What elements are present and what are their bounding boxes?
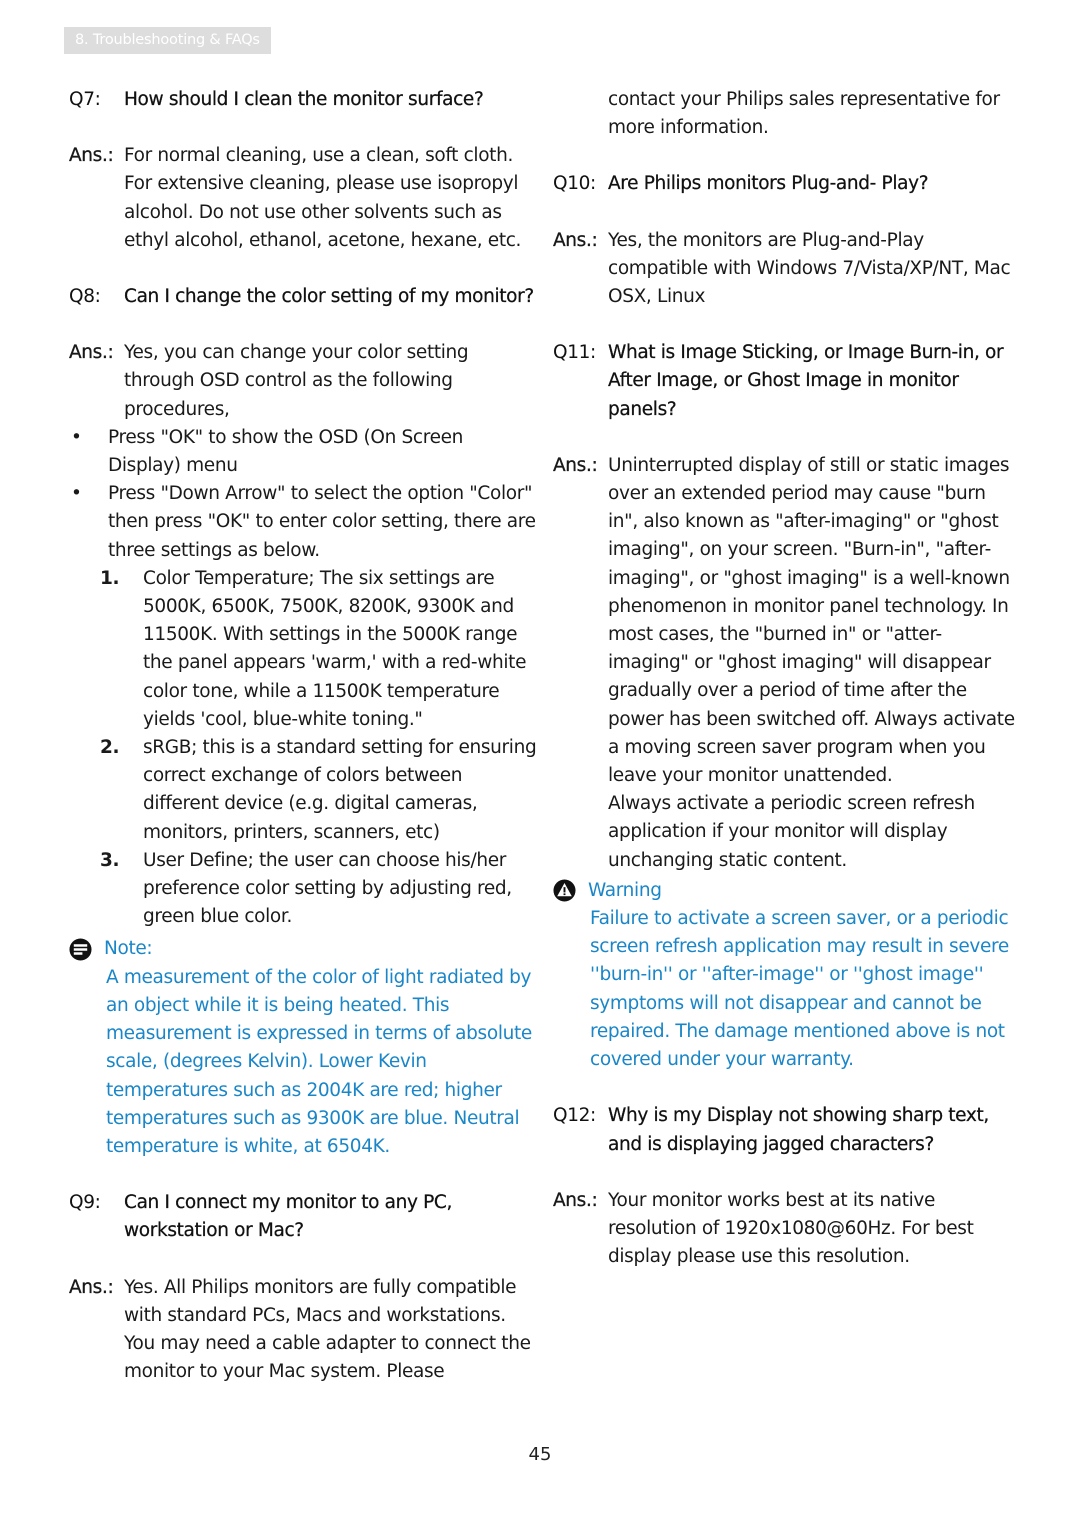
answer-text: Uninterrupted display of still or static… bbox=[608, 454, 1015, 787]
answer-label: Ans.: bbox=[553, 1189, 598, 1211]
item-number: 2. bbox=[100, 737, 120, 759]
note-icon bbox=[69, 938, 92, 961]
answer-label: Ans.: bbox=[553, 229, 598, 251]
right-column: contact your Philips sales representativ… bbox=[553, 86, 1018, 1271]
page-number: 45 bbox=[528, 1444, 552, 1465]
answer-text: Yes. All Philips monitors are fully comp… bbox=[124, 1276, 531, 1383]
question-label: Q8: bbox=[69, 286, 101, 308]
warning-body: Failure to activate a screen saver, or a… bbox=[590, 908, 1009, 1071]
warning-heading: Warning bbox=[553, 877, 1018, 905]
answer-label: Ans.: bbox=[69, 342, 114, 364]
question-text: Can I connect my monitor to any PC, work… bbox=[124, 1192, 453, 1242]
question-label: Q9: bbox=[69, 1192, 101, 1214]
question-text: Are Philips monitors Plug-and- Play? bbox=[608, 173, 929, 195]
question-text: Why is my Display not showing sharp text… bbox=[608, 1105, 989, 1155]
item-text: sRGB; this is a standard setting for ens… bbox=[143, 737, 537, 843]
faq-question-q10: Q10: Are Philips monitors Plug-and- Play… bbox=[553, 170, 1018, 198]
note-body: A measurement of the color of light radi… bbox=[106, 966, 532, 1157]
item-text: User Define; the user can choose his/her… bbox=[143, 849, 512, 928]
answer-label: Ans.: bbox=[69, 145, 114, 167]
numbered-item: 3. User Define; the user can choose his/… bbox=[69, 847, 539, 932]
question-text: Can I change the color setting of my mon… bbox=[124, 286, 534, 308]
item-number: 1. bbox=[100, 567, 120, 589]
faq-question-q12: Q12: Why is my Display not showing sharp… bbox=[553, 1102, 1018, 1158]
item-number: 3. bbox=[100, 849, 120, 871]
answer-continuation-q9: contact your Philips sales representativ… bbox=[608, 89, 1000, 139]
bullet-text: Press "Down Arrow" to select the option … bbox=[108, 483, 536, 561]
faq-question-q8: Q8: Can I change the color setting of my… bbox=[69, 283, 539, 311]
question-text: How should I clean the monitor surface? bbox=[124, 89, 484, 110]
faq-answer-q12: Ans.: Your monitor works best at its nat… bbox=[553, 1187, 1018, 1272]
note-title: Note: bbox=[104, 938, 153, 960]
faq-answer-q10: Ans.: Yes, the monitors are Plug-and-Pla… bbox=[553, 227, 1018, 312]
bullet-item: • Press "Down Arrow" to select the optio… bbox=[69, 480, 539, 565]
faq-answer-q7: Ans.: For normal cleaning, use a clean, … bbox=[69, 142, 539, 255]
bullet-text: Press "OK" to show the OSD (On Screen Di… bbox=[108, 426, 464, 477]
item-text: Color Temperature; The six settings are … bbox=[143, 567, 527, 730]
faq-answer-q8: Ans.: Yes, you can change your color set… bbox=[69, 339, 539, 424]
question-label: Q10: bbox=[553, 173, 596, 195]
faq-answer-q11: Ans.: Uninterrupted display of still or … bbox=[553, 452, 1018, 790]
answer-label: Ans.: bbox=[69, 1276, 114, 1298]
numbered-item: 1. Color Temperature; The six settings a… bbox=[69, 565, 539, 734]
faq-question-q9: Q9: Can I connect my monitor to any PC, … bbox=[69, 1189, 539, 1245]
warning-title: Warning bbox=[588, 879, 662, 901]
question-label: Q11: bbox=[553, 342, 596, 364]
left-column: Q7: How should I clean the monitor surfa… bbox=[69, 86, 539, 1386]
answer-label: Ans.: bbox=[553, 454, 598, 476]
bullet-icon: • bbox=[71, 483, 82, 505]
section-tab: 8. Troubleshooting & FAQs bbox=[64, 27, 271, 54]
answer-text: Yes, the monitors are Plug-and-Play comp… bbox=[608, 229, 1011, 308]
answer-text: Your monitor works best at its native re… bbox=[608, 1189, 974, 1268]
warning-icon bbox=[553, 879, 576, 902]
note-heading: Note: bbox=[69, 935, 539, 963]
answer-text-secondary: Always activate a periodic screen refres… bbox=[608, 793, 975, 871]
question-label: Q12: bbox=[553, 1105, 596, 1127]
faq-question-q11: Q11: What is Image Sticking, or Image Bu… bbox=[553, 339, 1018, 424]
bullet-item: • Press "OK" to show the OSD (On Screen … bbox=[69, 424, 539, 480]
answer-text: For normal cleaning, use a clean, soft c… bbox=[124, 145, 522, 251]
bullet-icon: • bbox=[71, 426, 82, 448]
answer-text: Yes, you can change your color setting t… bbox=[124, 342, 469, 420]
faq-question-q7: Q7: How should I clean the monitor surfa… bbox=[69, 86, 539, 114]
question-text: What is Image Sticking, or Image Burn-in… bbox=[608, 342, 1004, 420]
question-label: Q7: bbox=[69, 89, 101, 110]
faq-answer-q9: Ans.: Yes. All Philips monitors are full… bbox=[69, 1274, 539, 1387]
numbered-item: 2. sRGB; this is a standard setting for … bbox=[69, 734, 539, 847]
